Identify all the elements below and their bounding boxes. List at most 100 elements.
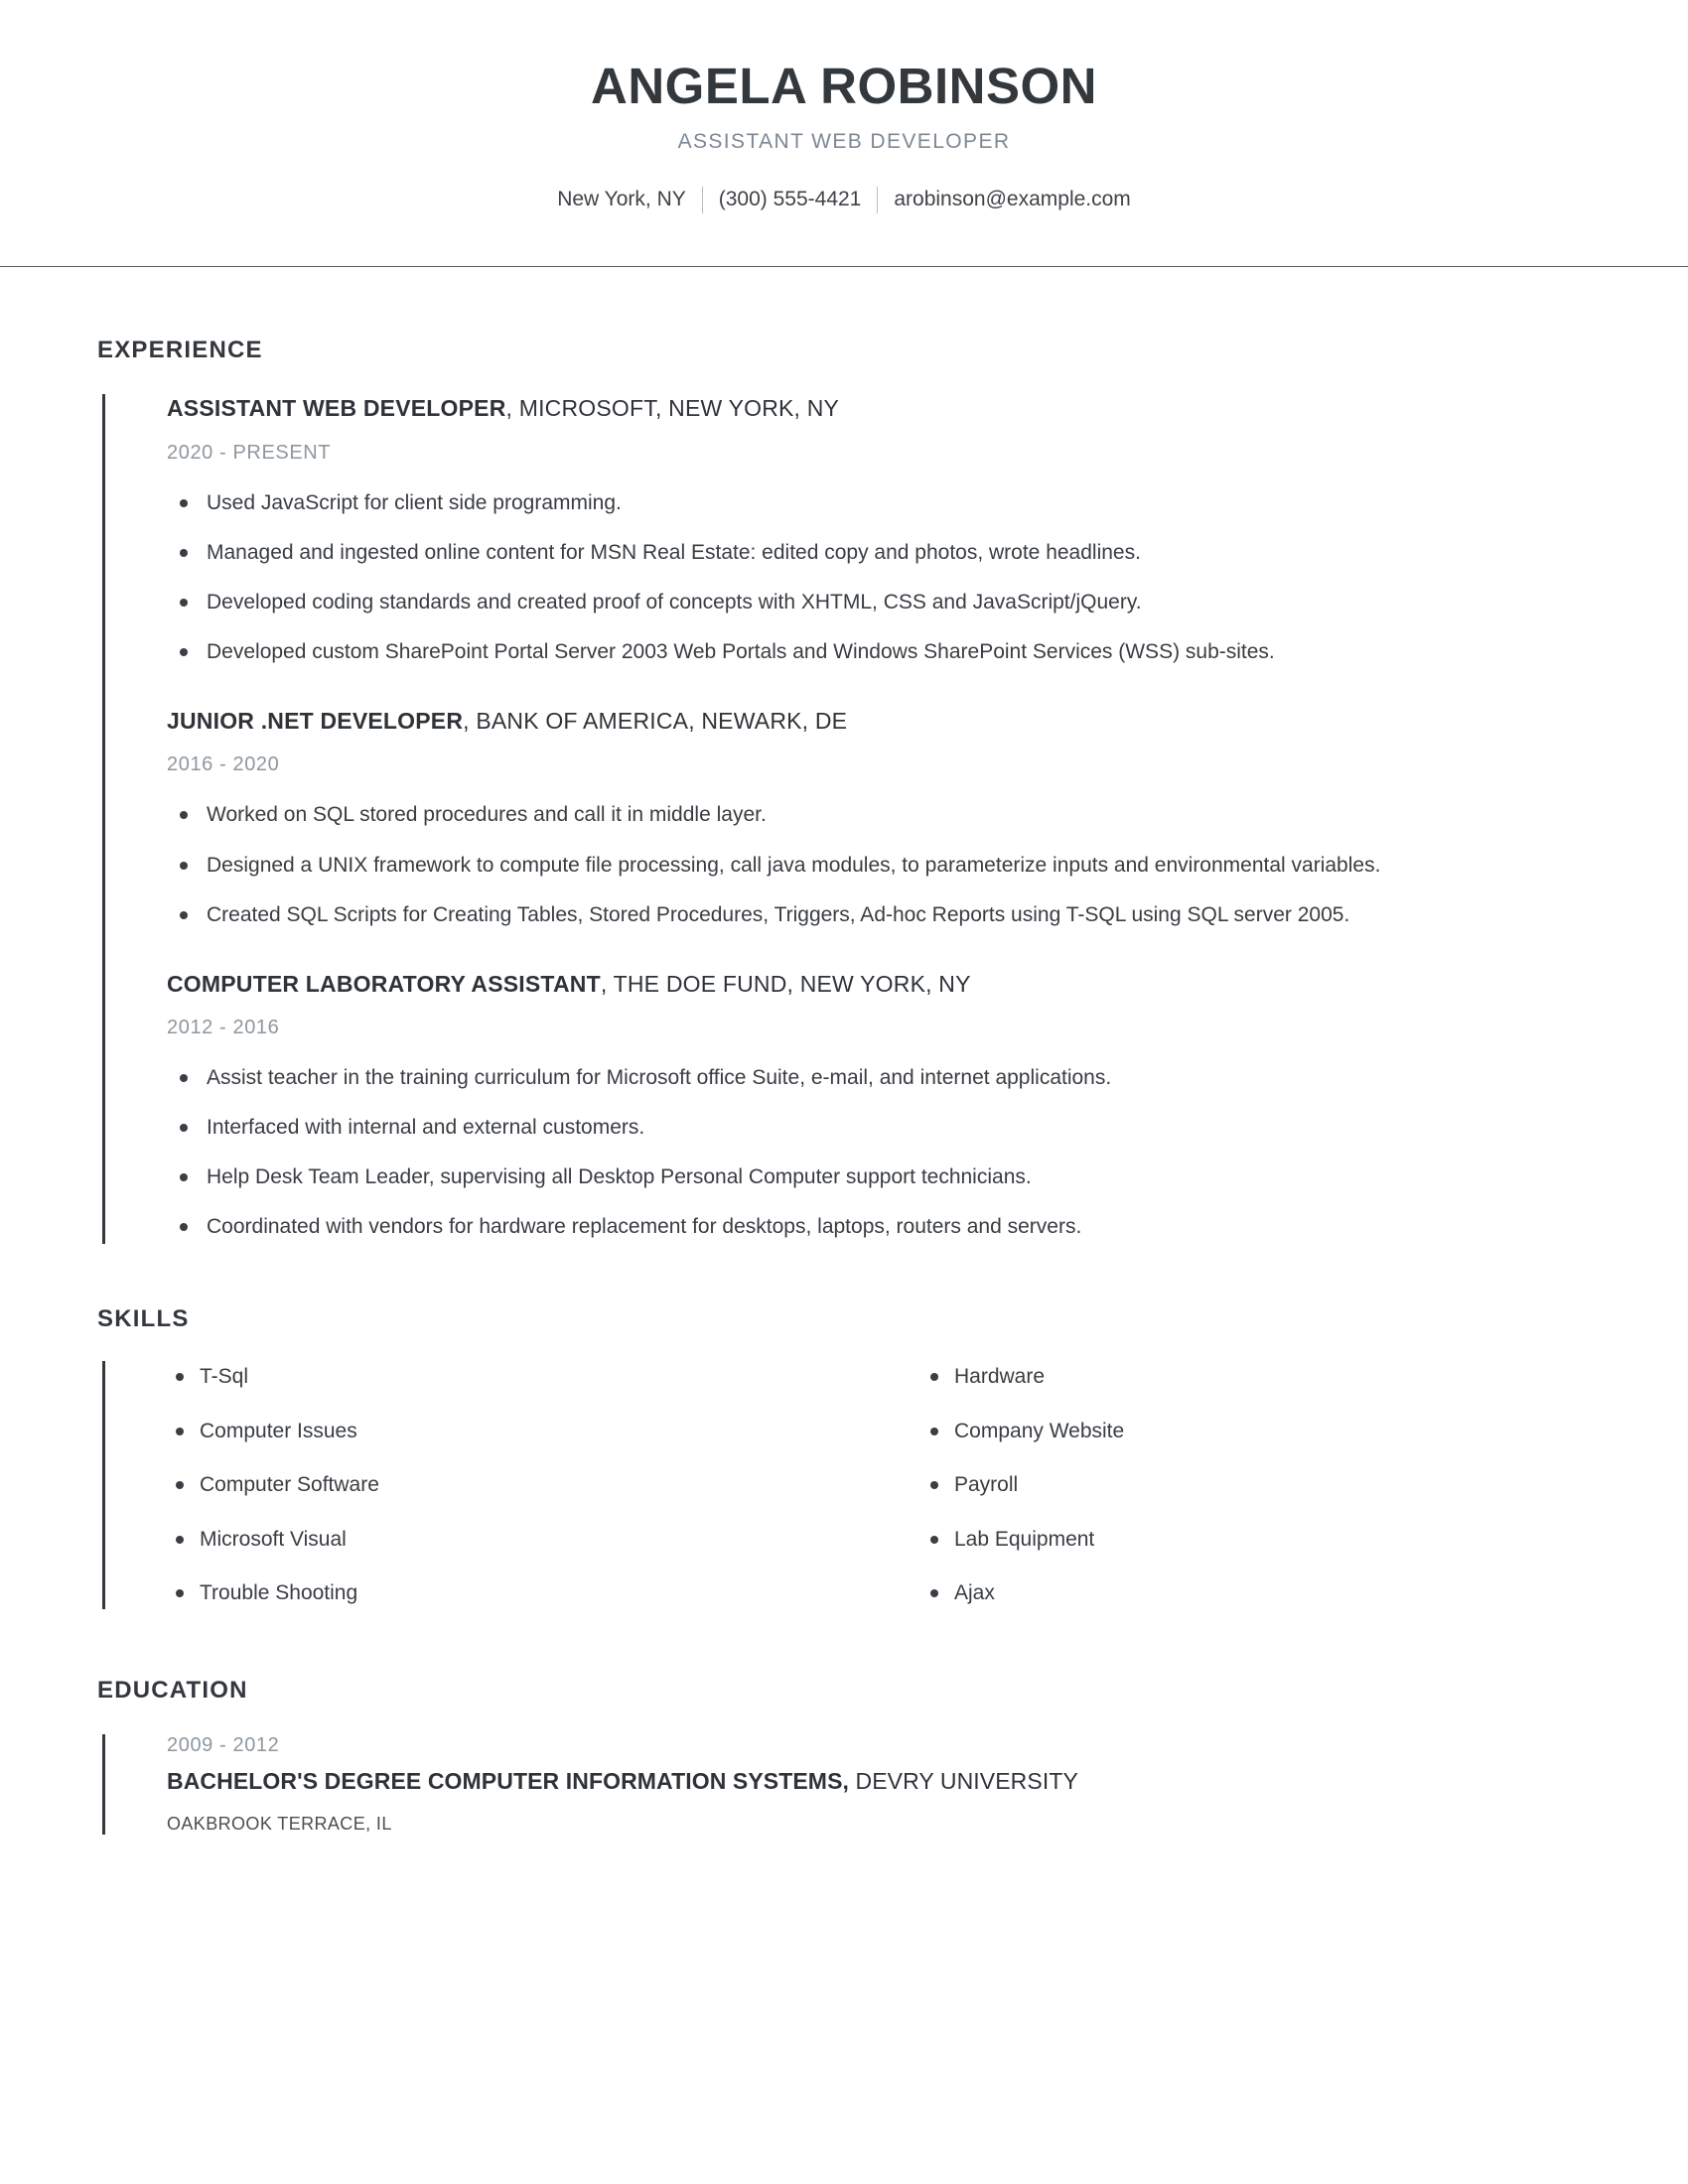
experience-bullet-list: Assist teacher in the training curriculu… [167,1061,1591,1244]
bullet-icon [180,1124,188,1133]
experience-heading: JUNIOR .NET DEVELOPER, BANK OF AMERICA, … [167,707,1591,737]
skill-label: Ajax [954,1581,995,1605]
experience-heading: ASSISTANT WEB DEVELOPER, MICROSOFT, NEW … [167,394,1591,424]
list-item: Lab Equipment [921,1524,1591,1556]
bullet-icon [180,598,188,607]
resume-page: ANGELA ROBINSON ASSISTANT WEB DEVELOPER … [0,0,1688,2184]
list-item: Developed custom SharePoint Portal Serve… [167,635,1591,669]
list-item: Managed and ingested online content for … [167,536,1591,570]
list-item: Coordinated with vendors for hardware re… [167,1210,1591,1244]
list-item: Computer Issues [167,1416,879,1447]
experience-list: ASSISTANT WEB DEVELOPER, MICROSOFT, NEW … [102,393,1591,1245]
list-item: Used JavaScript for client side programm… [167,486,1591,520]
bullet-icon [930,1535,938,1544]
section-title-experience: EXPERIENCE [97,336,263,363]
skill-label: Microsoft Visual [200,1527,347,1551]
section-title-education: EDUCATION [97,1676,248,1704]
experience-company: , THE DOE FUND, NEW YORK, NY [600,970,971,997]
list-item: Company Website [921,1416,1591,1447]
experience-company: , BANK OF AMERICA, NEWARK, DE [463,707,848,734]
bullet-text: Developed custom SharePoint Portal Serve… [207,639,1275,663]
list-item: Ajax [921,1577,1591,1609]
bullet-icon [930,1373,938,1382]
bullet-icon [176,1481,184,1490]
experience-role: ASSISTANT WEB DEVELOPER [167,394,506,421]
bullet-icon [930,1589,938,1598]
education-location: OAKBROOK TERRACE, IL [167,1813,392,1834]
bullet-icon [180,1074,188,1083]
experience-bullet-list: Worked on SQL stored procedures and call… [167,798,1591,931]
bullet-icon [930,1481,938,1490]
bullet-text: Used JavaScript for client side programm… [207,490,622,514]
education-item: 2009 - 2012 BACHELOR'S DEGREE COMPUTER IN… [105,1734,1591,1835]
list-item: Assist teacher in the training curriculu… [167,1061,1591,1095]
experience-role: COMPUTER LABORATORY ASSISTANT [167,970,601,997]
list-item: Created SQL Scripts for Creating Tables,… [167,898,1591,932]
skills-columns: T-Sql Computer Issues Computer Software Mic… [105,1361,1591,1609]
resume-header: ANGELA ROBINSON ASSISTANT WEB DEVELOPER … [0,0,1688,213]
list-item: Computer Software [167,1469,879,1501]
experience-dates: 2012 - 2016 [167,1017,280,1039]
bullet-icon [180,498,188,507]
skill-label: Payroll [954,1473,1019,1497]
skills-list-left: T-Sql Computer Issues Computer Software Mic… [167,1361,879,1609]
bullet-icon [180,811,188,820]
experience-item: JUNIOR .NET DEVELOPER, BANK OF AMERICA, … [105,707,1591,932]
bullet-icon [176,1373,184,1382]
list-item: T-Sql [167,1361,879,1393]
section-title-skills: SKILLS [97,1305,190,1333]
bullet-icon [180,910,188,919]
resume-body: EXPERIENCE ASSISTANT WEB DEVELOPER, MICR… [0,267,1688,1835]
bullet-icon [180,861,188,870]
skills-column-right: Hardware Company Website Payroll Lab Equipm… [879,1361,1591,1609]
skill-label: Computer Software [200,1473,379,1497]
skills-block: T-Sql Computer Issues Computer Software Mic… [102,1361,1591,1609]
page-title: ANGELA ROBINSON [591,58,1097,114]
bullet-text: Worked on SQL stored procedures and call… [207,803,767,827]
bullet-text: Managed and ingested online content for … [207,540,1141,564]
skills-column-left: T-Sql Computer Issues Computer Software Mic… [167,1361,879,1609]
bullet-icon [930,1427,938,1435]
bullet-icon [176,1535,184,1544]
education-school: DEVRY UNIVERSITY [849,1767,1078,1794]
experience-bullet-list: Used JavaScript for client side programm… [167,486,1591,669]
skill-label: Hardware [954,1365,1046,1389]
contact-email: arobinson@example.com [894,188,1131,211]
bullet-text: Interfaced with internal and external cu… [207,1116,645,1140]
bullet-text: Created SQL Scripts for Creating Tables,… [207,902,1350,926]
bullet-text: Designed a UNIX framework to compute fil… [207,853,1381,877]
list-item: Designed a UNIX framework to compute fil… [167,849,1591,883]
experience-dates: 2020 - PRESENT [167,441,332,464]
bullet-icon [180,1223,188,1232]
skill-label: Computer Issues [200,1419,357,1442]
bullet-text: Help Desk Team Leader, supervising all D… [207,1165,1032,1189]
skill-label: Company Website [954,1419,1125,1442]
job-subtitle: ASSISTANT WEB DEVELOPER [677,129,1011,153]
education-dates: 2009 - 2012 [167,1733,280,1756]
skill-label: Lab Equipment [954,1527,1095,1551]
list-item: Developed coding standards and created p… [167,586,1591,619]
education-degree: BACHELOR'S DEGREE COMPUTER INFORMATION S… [167,1767,849,1794]
bullet-text: Assist teacher in the training curriculu… [207,1066,1112,1090]
experience-role: JUNIOR .NET DEVELOPER [167,707,464,734]
experience-heading: COMPUTER LABORATORY ASSISTANT, THE DOE F… [167,970,1591,1000]
experience-company: , MICROSOFT, NEW YORK, NY [505,394,840,421]
skills-section: SKILLS T-Sql Computer Issues Computer Soft… [97,1244,1591,1609]
list-item: Payroll [921,1469,1591,1501]
experience-section: EXPERIENCE ASSISTANT WEB DEVELOPER, MICR… [97,267,1591,1245]
list-item: Worked on SQL stored procedures and call… [167,798,1591,832]
experience-dates: 2016 - 2020 [167,753,280,776]
experience-item: ASSISTANT WEB DEVELOPER, MICROSOFT, NEW … [105,394,1591,669]
bullet-text: Developed coding standards and created p… [207,590,1142,614]
skill-label: Trouble Shooting [200,1581,358,1605]
bullet-text: Coordinated with vendors for hardware re… [207,1215,1082,1239]
list-item: Interfaced with internal and external cu… [167,1111,1591,1145]
education-heading: BACHELOR'S DEGREE COMPUTER INFORMATION S… [167,1768,1591,1795]
bullet-icon [180,548,188,557]
bullet-icon [180,1173,188,1182]
list-item: Hardware [921,1361,1591,1393]
list-item: Microsoft Visual [167,1524,879,1556]
list-item: Trouble Shooting [167,1577,879,1609]
contact-row: New York, NY (300) 555-4421 arobinson@ex… [0,186,1688,213]
skill-label: T-Sql [200,1365,249,1389]
